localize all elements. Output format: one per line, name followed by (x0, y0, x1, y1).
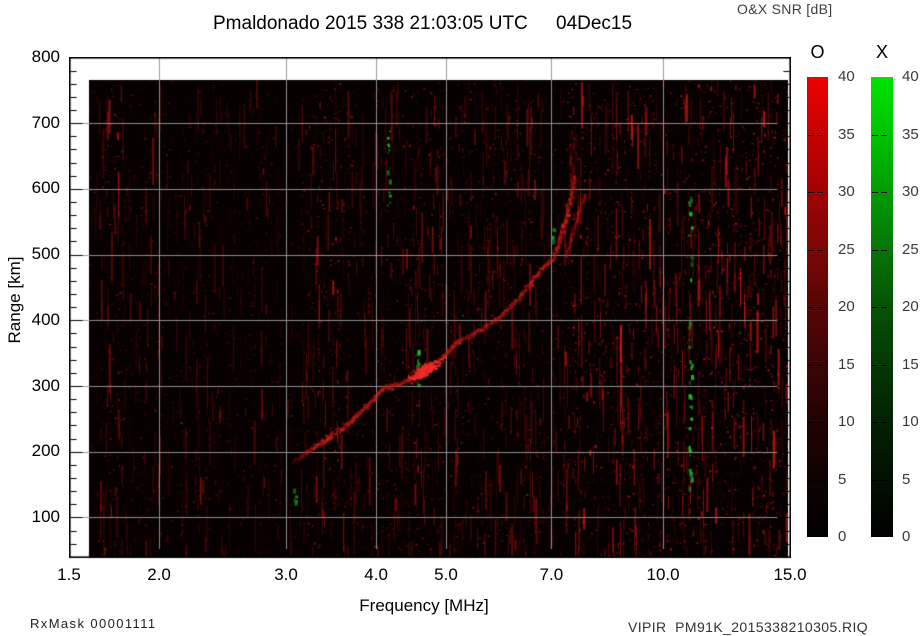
x-tick-label: 7.0 (540, 565, 564, 585)
colorbar-tick-dash (881, 192, 887, 193)
x-tick-label: 1.5 (57, 565, 81, 585)
colorbar-tick-dash (881, 422, 887, 423)
colorbar-tick-dash (817, 307, 823, 308)
colorbar-tick-dash (881, 365, 887, 366)
ionogram-view: Pmaldonado 2015 338 21:03:05 UTC 04Dec15… (0, 0, 922, 636)
x-tick-label: 10.0 (646, 565, 679, 585)
colorbar-tick-label: 35 (838, 126, 855, 144)
colorbar-tick-label: 10 (838, 413, 855, 431)
rxmask-footer: RxMask 00001111 (30, 616, 157, 631)
colorbar-tick-label: 10 (902, 413, 919, 431)
y-tick-label: 500 (12, 244, 60, 264)
colorbar-tick-dash (872, 480, 878, 481)
y-axis-title: Range [km] (5, 257, 25, 344)
filename-footer: VIPIR PM91K_2015338210305.RIQ (628, 619, 868, 635)
colorbar-tick-label: 5 (838, 471, 846, 489)
colorbar-tick-dash (817, 192, 823, 193)
colorbar-tick-dash (817, 422, 823, 423)
colorbar-tick-label: 40 (838, 68, 855, 86)
colorbar-tick-dash (817, 365, 823, 366)
colorbar-tick-label: 0 (902, 528, 910, 546)
y-tick-label: 400 (12, 310, 60, 330)
x-axis-title: Frequency [MHz] (359, 596, 488, 616)
colorbar-tick-dash (872, 422, 878, 423)
y-tick-label: 800 (12, 47, 60, 67)
colorbar-tick-dash (808, 307, 814, 308)
colorbar-tick-label: 15 (838, 356, 855, 374)
colorbar-tick-label: 5 (902, 471, 910, 489)
colorbar-tick-dash (808, 422, 814, 423)
colorbar-tick-dash (808, 192, 814, 193)
colorbar-tick-dash (881, 135, 887, 136)
colorbar-tick-dash (872, 250, 878, 251)
colorbar-tick-label: 40 (902, 68, 919, 86)
colorbar-title: O&X SNR [dB] (737, 1, 832, 17)
colorbar-tick-dash (817, 480, 823, 481)
colorbar-tick-label: 15 (902, 356, 919, 374)
ionogram-plot-canvas (69, 57, 791, 559)
colorbar-tick-label: 35 (902, 126, 919, 144)
colorbar-tick-dash (872, 307, 878, 308)
page-title: Pmaldonado 2015 338 21:03:05 UTC (213, 13, 528, 35)
y-tick-label: 200 (12, 441, 60, 461)
colorbar-tick-label: 0 (838, 528, 846, 546)
y-tick-label: 100 (12, 507, 60, 527)
colorbar-tick-dash (817, 135, 823, 136)
y-tick-label: 700 (12, 113, 60, 133)
x-tick-label: 15.0 (773, 565, 806, 585)
colorbar-tick-dash (808, 480, 814, 481)
colorbar-tick-dash (872, 135, 878, 136)
colorbar-tick-dash (808, 365, 814, 366)
colorbar-tick-label: 20 (838, 298, 855, 316)
x-tick-label: 2.0 (147, 565, 171, 585)
colorbar-tick-dash (881, 307, 887, 308)
colorbar-tick-dash (808, 135, 814, 136)
colorbar-tick-label: 25 (902, 241, 919, 259)
colorbar-tick-dash (872, 365, 878, 366)
colorbar-tick-dash (872, 192, 878, 193)
x-tick-label: 4.0 (364, 565, 388, 585)
colorbar-o-label: O (807, 42, 828, 63)
y-tick-label: 600 (12, 178, 60, 198)
colorbar-tick-dash (881, 250, 887, 251)
colorbar-tick-label: 25 (838, 241, 855, 259)
colorbar-tick-dash (808, 250, 814, 251)
colorbar-tick-label: 30 (902, 183, 919, 201)
colorbar-x-label: X (871, 42, 893, 63)
plot-date: 04Dec15 (556, 13, 632, 35)
colorbar-tick-dash (817, 250, 823, 251)
colorbar-tick-label: 20 (902, 298, 919, 316)
x-tick-label: 3.0 (274, 565, 298, 585)
x-tick-label: 5.0 (434, 565, 458, 585)
colorbar-tick-label: 30 (838, 183, 855, 201)
y-tick-label: 300 (12, 376, 60, 396)
colorbar-tick-dash (881, 480, 887, 481)
